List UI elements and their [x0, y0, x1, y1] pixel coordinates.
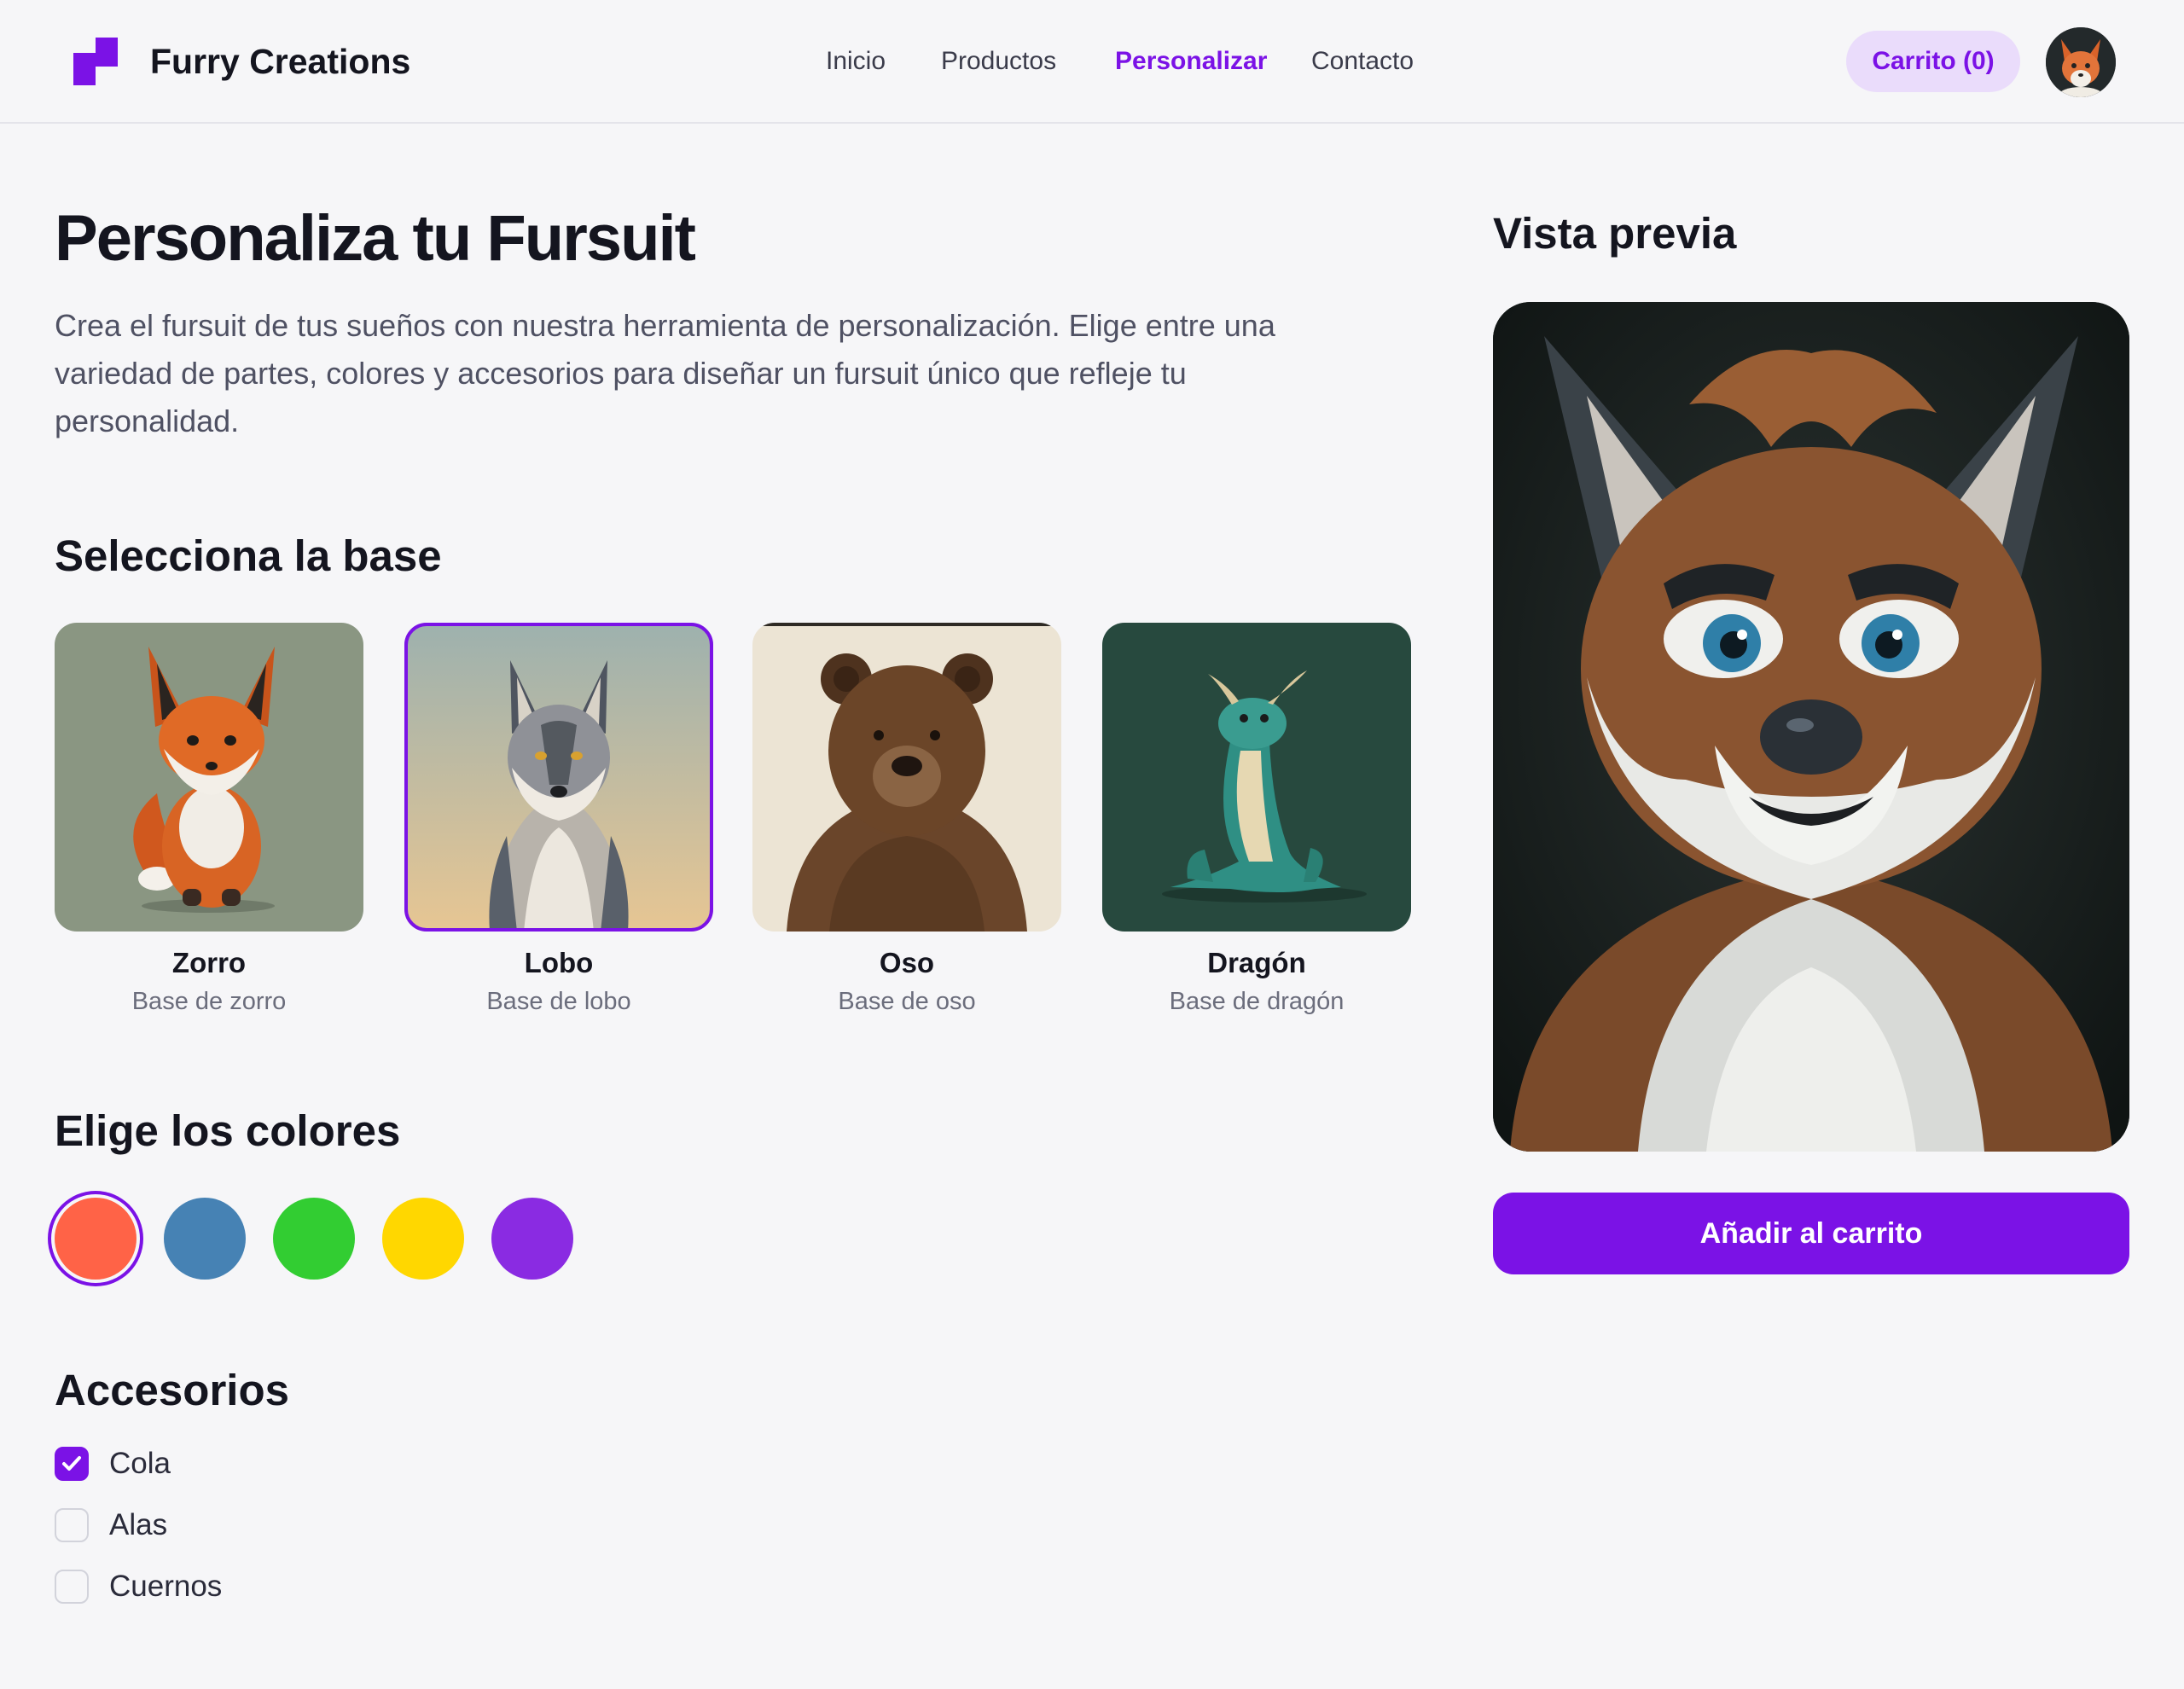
add-to-cart-button[interactable]: Añadir al carrito: [1493, 1193, 2129, 1274]
base-card-dragon[interactable]: Dragón Base de dragón: [1102, 623, 1411, 1016]
colors-section-heading: Elige los colores: [55, 1106, 401, 1155]
checkmark-icon: [62, 1456, 81, 1471]
avatar[interactable]: [2046, 27, 2116, 97]
brand-name[interactable]: Furry Creations: [150, 38, 410, 85]
nav-item-personalizar[interactable]: Personalizar: [1115, 38, 1267, 85]
brand-logo-icon[interactable]: [73, 38, 118, 85]
wolf-illustration: [404, 623, 713, 932]
bear-illustration: [752, 623, 1061, 932]
dragon-illustration: [1102, 623, 1411, 932]
fursuit-preview-illustration: [1493, 302, 2129, 1152]
nav-item-productos[interactable]: Productos: [941, 38, 1056, 85]
fox-illustration: [55, 623, 363, 932]
base-name: Zorro: [171, 947, 247, 978]
accessory-checkbox[interactable]: [55, 1447, 89, 1481]
dragon-base-image[interactable]: [1102, 623, 1411, 932]
accessory-checkbox[interactable]: [55, 1508, 89, 1542]
base-name: Lobo: [524, 947, 594, 978]
base-card-oso[interactable]: Oso Base de oso: [752, 623, 1061, 1016]
accessory-label: Alas: [109, 1508, 168, 1541]
base-name: Oso: [879, 947, 935, 978]
base-card-zorro[interactable]: Zorro Base de zorro: [55, 623, 363, 1016]
bear-base-image[interactable]: [752, 623, 1061, 932]
base-card-lobo[interactable]: Lobo Base de lobo: [404, 623, 713, 1016]
color-swatch-green[interactable]: [273, 1198, 355, 1280]
page-description: Crea el fursuit de tus sueños con nuestr…: [55, 308, 1275, 438]
base-subtitle: Base de lobo: [486, 988, 631, 1015]
page-title: Personaliza tu Fursuit: [55, 202, 696, 275]
site-header: Furry Creations Inicio Productos Persona…: [0, 0, 2184, 124]
cart-button[interactable]: Carrito (0): [1846, 31, 2020, 92]
color-swatch-red[interactable]: [55, 1198, 136, 1280]
color-swatch-blue[interactable]: [164, 1198, 246, 1280]
base-subtitle: Base de dragón: [1169, 988, 1345, 1015]
fox-avatar-image: [2046, 27, 2116, 97]
base-subtitle: Base de oso: [838, 988, 976, 1015]
preview-image: [1493, 302, 2129, 1152]
color-swatch-yellow[interactable]: [382, 1198, 464, 1280]
accessory-label: Cola: [109, 1447, 171, 1480]
nav-item-contacto[interactable]: Contacto: [1311, 38, 1414, 85]
nav-item-inicio[interactable]: Inicio: [826, 38, 886, 85]
preview-title: Vista previa: [1493, 209, 1737, 258]
wolf-base-image[interactable]: [404, 623, 713, 932]
fox-base-image[interactable]: [55, 623, 363, 932]
base-name: Dragón: [1207, 947, 1306, 978]
color-swatch-purple[interactable]: [491, 1198, 573, 1280]
accessory-checkbox[interactable]: [55, 1570, 89, 1604]
accessories-section-heading: Accesorios: [55, 1366, 289, 1414]
base-subtitle: Base de zorro: [131, 988, 287, 1015]
base-section-heading: Selecciona la base: [55, 531, 442, 580]
accessory-label: Cuernos: [109, 1570, 223, 1603]
